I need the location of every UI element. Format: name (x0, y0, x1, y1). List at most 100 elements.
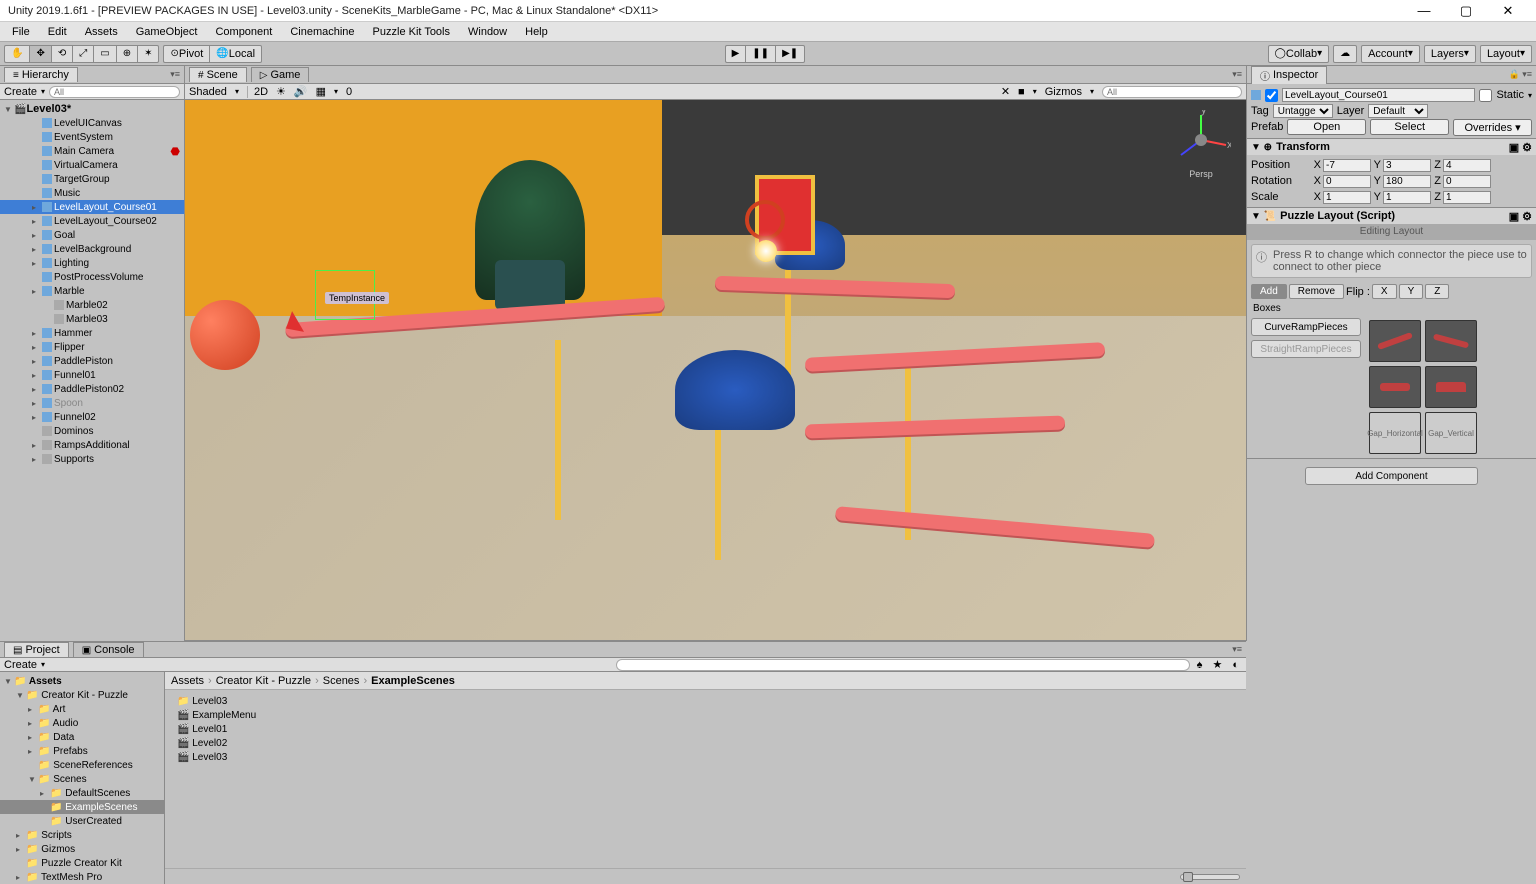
scl-x[interactable] (1323, 191, 1371, 204)
menu-file[interactable]: File (4, 24, 38, 40)
crumb-2[interactable]: Scenes (323, 675, 360, 687)
folder-gizmos[interactable]: ▸📁 Gizmos (0, 842, 164, 856)
pos-y[interactable] (1383, 159, 1431, 172)
hierarchy-item-dominos[interactable]: Dominos (0, 424, 184, 438)
folder-audio[interactable]: ▸📁 Audio (0, 716, 164, 730)
hierarchy-item-levellayout_course02[interactable]: ▸LevelLayout_Course02 (0, 214, 184, 228)
piece-thumb-1[interactable] (1369, 320, 1421, 362)
account-dropdown[interactable]: Account ▾ (1361, 45, 1420, 63)
rot-z[interactable] (1443, 175, 1491, 188)
hierarchy-item-flipper[interactable]: ▸Flipper (0, 340, 184, 354)
gap-horizontal-thumb[interactable]: Gap_Horizontal (1369, 412, 1421, 454)
hierarchy-item-music[interactable]: Music (0, 186, 184, 200)
piece-thumb-2[interactable] (1425, 320, 1477, 362)
flip-y-button[interactable]: Y (1399, 284, 1424, 299)
hierarchy-item-funnel02[interactable]: ▸Funnel02 (0, 410, 184, 424)
scl-y[interactable] (1383, 191, 1431, 204)
layers-dropdown[interactable]: Layers ▾ (1424, 45, 1476, 63)
scene-viewport[interactable]: TempInstance y x Persp (185, 100, 1246, 640)
project-filter-icon[interactable]: ♠ (1194, 659, 1206, 671)
folder-assets[interactable]: ▼📁 Assets (0, 674, 164, 688)
pivot-toggle[interactable]: ⊙ Pivot (163, 45, 209, 63)
add-button[interactable]: Add (1251, 284, 1287, 299)
lighting-toggle[interactable]: ☀ (276, 85, 286, 98)
rect-tool[interactable]: ▭ (93, 45, 115, 63)
tag-dropdown[interactable]: Untagged (1273, 104, 1333, 118)
minimize-button[interactable]: ― (1404, 1, 1444, 21)
flip-x-button[interactable]: X (1372, 284, 1397, 299)
gizmos-dropdown[interactable]: Gizmos (1045, 86, 1082, 98)
object-name-field[interactable] (1282, 88, 1475, 102)
piece-thumb-4[interactable] (1425, 366, 1477, 408)
menu-puzzlekit[interactable]: Puzzle Kit Tools (365, 24, 458, 40)
hierarchy-item-targetgroup[interactable]: TargetGroup (0, 172, 184, 186)
asset-examplemenu[interactable]: 🎬 ExampleMenu (169, 708, 1242, 722)
hierarchy-item-eventsystem[interactable]: EventSystem (0, 130, 184, 144)
hierarchy-create[interactable]: Create (4, 86, 37, 98)
scene-panel-menu-icon[interactable]: ▾≡ (1232, 69, 1246, 80)
prefab-open-button[interactable]: Open (1287, 119, 1366, 135)
rotate-tool[interactable]: ⟲ (51, 45, 72, 63)
menu-cinemachine[interactable]: Cinemachine (282, 24, 362, 40)
project-fav-icon[interactable]: ★ (1209, 658, 1225, 671)
folder-data[interactable]: ▸📁 Data (0, 730, 164, 744)
asset-level03[interactable]: 🎬 Level03 (169, 750, 1242, 764)
crumb-3[interactable]: ExampleScenes (371, 675, 455, 687)
play-button[interactable]: ▶ (725, 45, 746, 63)
collab-dropdown[interactable]: ◯ Collab ▾ (1268, 45, 1329, 63)
inspector-menu-icon[interactable]: 🔒 ▾≡ (1509, 69, 1536, 80)
layer-dropdown[interactable]: Default (1368, 104, 1428, 118)
folder-usercreated[interactable]: 📁 UserCreated (0, 814, 164, 828)
straight-pieces-button[interactable]: StraightRampPieces (1251, 340, 1361, 358)
hierarchy-item-leveluicanvas[interactable]: LevelUICanvas (0, 116, 184, 130)
hierarchy-item-spoon[interactable]: ▸Spoon (0, 396, 184, 410)
project-assets-list[interactable]: 📁 Level03🎬 ExampleMenu🎬 Level01🎬 Level02… (165, 690, 1246, 868)
curve-pieces-button[interactable]: CurveRampPieces (1251, 318, 1361, 336)
orientation-gizmo[interactable]: y x Persp (1171, 110, 1231, 170)
project-hidden-icon[interactable]: ◐ (1229, 659, 1242, 671)
hierarchy-item-supports[interactable]: ▸Supports (0, 452, 184, 466)
project-menu-icon[interactable]: ▾≡ (1232, 644, 1246, 655)
asset-level01[interactable]: 🎬 Level01 (169, 722, 1242, 736)
cloud-button[interactable]: ☁ (1333, 45, 1357, 63)
active-checkbox[interactable] (1265, 89, 1278, 102)
console-tab[interactable]: ▣ Console (73, 642, 144, 657)
step-button[interactable]: ▶❚ (775, 45, 805, 63)
folder-textmesh-pro[interactable]: ▸📁 TextMesh Pro (0, 870, 164, 884)
hierarchy-item-virtualcamera[interactable]: VirtualCamera (0, 158, 184, 172)
maximize-button[interactable]: ▢ (1446, 1, 1486, 21)
menu-component[interactable]: Component (207, 24, 280, 40)
hierarchy-item-marble[interactable]: ▸Marble (0, 284, 184, 298)
hierarchy-item-marble03[interactable]: Marble03 (0, 312, 184, 326)
flip-z-button[interactable]: Z (1425, 284, 1449, 299)
folder-puzzle-creator-kit[interactable]: 📁 Puzzle Creator Kit (0, 856, 164, 870)
hierarchy-item-paddlepiston[interactable]: ▸PaddlePiston (0, 354, 184, 368)
hierarchy-item-marble02[interactable]: Marble02 (0, 298, 184, 312)
menu-gameobject[interactable]: GameObject (128, 24, 206, 40)
2d-toggle[interactable]: 2D (247, 86, 268, 98)
gizmo-toggle-0[interactable]: 0 (346, 86, 352, 98)
remove-button[interactable]: Remove (1289, 284, 1344, 299)
layout-dropdown[interactable]: Layout ▾ (1480, 45, 1532, 63)
inspector-tab[interactable]: ⓘ Inspector (1251, 66, 1327, 84)
audio-toggle[interactable]: 🔊 (294, 85, 308, 98)
close-button[interactable]: ✕ (1488, 1, 1528, 21)
shading-mode[interactable]: Shaded (189, 86, 227, 98)
pos-z[interactable] (1443, 159, 1491, 172)
gap-vertical-thumb[interactable]: Gap_Vertical (1425, 412, 1477, 454)
local-toggle[interactable]: 🌐 Local (209, 45, 262, 63)
scene-close-icon[interactable]: ✕ (1001, 85, 1010, 98)
rot-y[interactable] (1383, 175, 1431, 188)
game-tab[interactable]: ▷ Game (251, 67, 310, 82)
hand-tool[interactable]: ✋ (4, 45, 29, 63)
pos-x[interactable] (1323, 159, 1371, 172)
asset-level02[interactable]: 🎬 Level02 (169, 736, 1242, 750)
add-component-button[interactable]: Add Component (1305, 467, 1478, 485)
hierarchy-item-main camera[interactable]: Main Camera⬣ (0, 144, 184, 158)
rot-x[interactable] (1323, 175, 1371, 188)
fx-toggle[interactable]: ▦ (316, 85, 326, 98)
folder-art[interactable]: ▸📁 Art (0, 702, 164, 716)
scene-camera-icon[interactable]: ■ (1018, 86, 1025, 98)
folder-scenereferences[interactable]: 📁 SceneReferences (0, 758, 164, 772)
project-tab[interactable]: ▤ Project (4, 642, 69, 657)
